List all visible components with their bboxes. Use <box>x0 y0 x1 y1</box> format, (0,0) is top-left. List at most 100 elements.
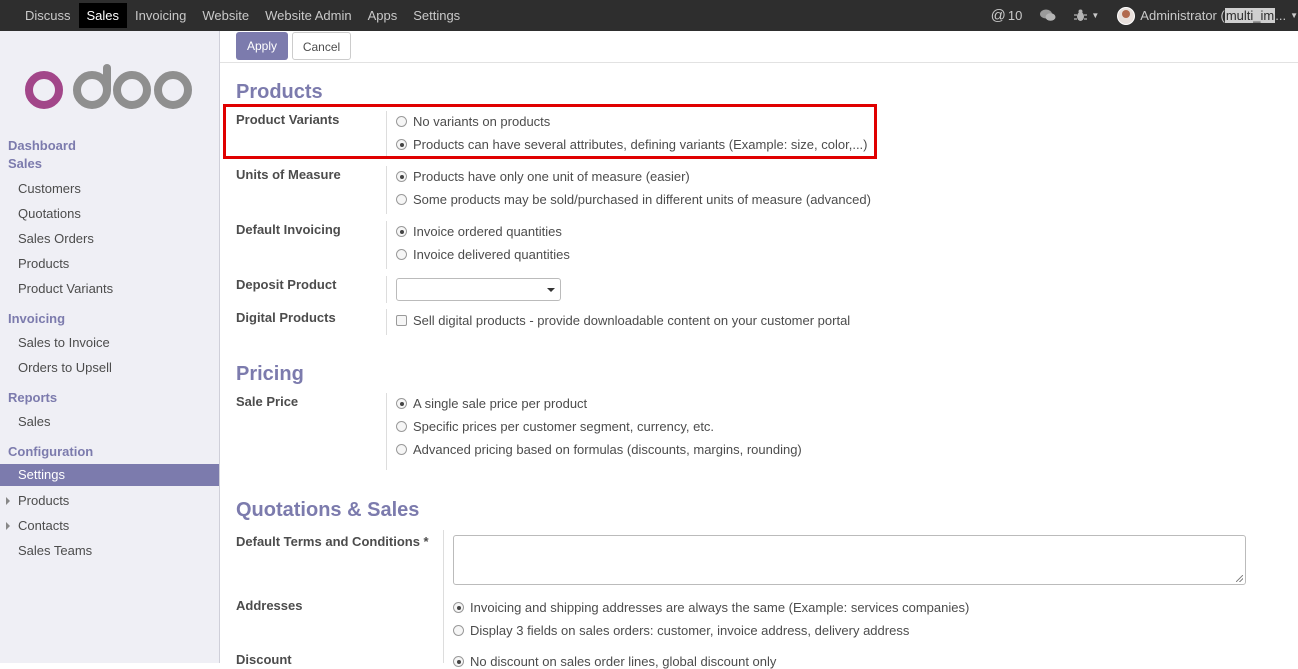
radio-addresses-three-fields[interactable]: Display 3 fields on sales orders: custom… <box>453 623 909 638</box>
radio-addresses-same[interactable]: Invoicing and shipping addresses are alw… <box>453 600 969 615</box>
menu-settings[interactable]: Settings <box>405 0 468 31</box>
label-default-invoicing: Default Invoicing <box>236 222 341 237</box>
checkbox-label: Sell digital products - provide download… <box>413 313 851 328</box>
deposit-product-select[interactable] <box>396 278 561 301</box>
section-title-quotations: Quotations & Sales <box>236 499 420 521</box>
terms-textarea[interactable] <box>453 535 1246 585</box>
field-divider <box>386 393 387 470</box>
menu-website[interactable]: Website <box>194 0 257 31</box>
radio-label: Invoice delivered quantities <box>413 247 570 262</box>
sidebar-item-sales-teams[interactable]: Sales Teams <box>18 543 92 558</box>
top-navbar: Discuss Sales Invoicing Website Website … <box>0 0 1298 31</box>
database-name: multi_im <box>1224 8 1276 23</box>
radio-circle[interactable] <box>396 398 407 409</box>
label-default-terms: Default Terms and Conditions * <box>236 534 429 549</box>
radio-invoice-delivered[interactable]: Invoice delivered quantities <box>396 247 570 262</box>
radio-uom-multiple[interactable]: Some products may be sold/purchased in d… <box>396 192 871 207</box>
label-addresses: Addresses <box>236 598 303 613</box>
radio-single-price[interactable]: A single sale price per product <box>396 396 587 411</box>
field-divider <box>386 276 387 303</box>
section-title-products: Products <box>236 81 323 103</box>
radio-circle[interactable] <box>453 656 464 667</box>
sidebar-item-sales-orders[interactable]: Sales Orders <box>18 231 94 246</box>
sidebar-section-invoicing[interactable]: Invoicing <box>8 311 65 326</box>
radio-uom-single[interactable]: Products have only one unit of measure (… <box>396 169 690 184</box>
radio-label: Advanced pricing based on formulas (disc… <box>413 442 802 457</box>
chevron-down-icon: ▼ <box>1290 11 1298 20</box>
label-digital-products: Digital Products <box>236 310 336 325</box>
cancel-button[interactable]: Cancel <box>292 32 351 60</box>
radio-label: Invoice ordered quantities <box>413 224 562 239</box>
sidebar-section-sales[interactable]: Sales <box>8 156 42 171</box>
radio-circle[interactable] <box>396 444 407 455</box>
odoo-logo <box>25 64 192 109</box>
sidebar-item-contacts[interactable]: Contacts <box>18 518 69 533</box>
checkbox-digital-products[interactable]: Sell digital products - provide download… <box>396 313 850 328</box>
sidebar: Dashboard Sales Customers Quotations Sal… <box>0 31 220 663</box>
mentions-button[interactable]: @ 10 <box>982 0 1032 31</box>
radio-circle[interactable] <box>396 421 407 432</box>
sidebar-item-products[interactable]: Products <box>18 256 69 271</box>
caret-right-icon <box>6 497 10 505</box>
sidebar-item-orders-to-upsell[interactable]: Orders to Upsell <box>18 360 112 375</box>
menu-website-admin[interactable]: Website Admin <box>257 0 359 31</box>
database-suffix: ... <box>1275 8 1287 23</box>
sidebar-section-dashboard[interactable]: Dashboard <box>8 138 76 153</box>
radio-circle[interactable] <box>396 249 407 260</box>
field-divider <box>386 309 387 335</box>
sidebar-item-product-variants[interactable]: Product Variants <box>18 281 113 296</box>
field-divider <box>386 221 387 269</box>
user-menu[interactable]: Administrator ( multi_im ... ▼ <box>1108 0 1298 31</box>
sidebar-section-configuration[interactable]: Configuration <box>8 444 93 459</box>
control-panel-divider <box>220 62 1298 63</box>
bug-icon <box>1074 9 1088 21</box>
chat-bubbles-icon <box>1040 9 1056 21</box>
radio-circle[interactable] <box>396 194 407 205</box>
radio-label: Invoicing and shipping addresses are alw… <box>470 600 970 615</box>
radio-label: No discount on sales order lines, global… <box>470 654 777 669</box>
radio-specific-prices[interactable]: Specific prices per customer segment, cu… <box>396 419 714 434</box>
radio-circle[interactable] <box>453 602 464 613</box>
caret-right-icon <box>6 522 10 530</box>
sidebar-section-reports[interactable]: Reports <box>8 390 57 405</box>
menu-discuss[interactable]: Discuss <box>17 0 79 31</box>
avatar <box>1117 6 1136 25</box>
checkbox-box[interactable] <box>396 315 407 326</box>
sidebar-item-sales-to-invoice[interactable]: Sales to Invoice <box>18 335 110 350</box>
sidebar-item-reports-sales[interactable]: Sales <box>18 414 51 429</box>
apply-button[interactable]: Apply <box>236 32 288 60</box>
label-deposit-product: Deposit Product <box>236 277 337 292</box>
caret-down-icon <box>547 288 555 292</box>
resize-grip-icon[interactable] <box>1236 575 1243 582</box>
radio-invoice-ordered[interactable]: Invoice ordered quantities <box>396 224 562 239</box>
label-discount: Discount <box>236 652 292 667</box>
radio-label: Specific prices per customer segment, cu… <box>413 419 715 434</box>
field-divider <box>443 530 444 663</box>
radio-label: Display 3 fields on sales orders: custom… <box>470 623 910 638</box>
menu-apps[interactable]: Apps <box>360 0 406 31</box>
radio-circle[interactable] <box>396 171 407 182</box>
label-sale-price: Sale Price <box>236 394 299 409</box>
section-title-pricing: Pricing <box>236 363 304 385</box>
menu-invoicing[interactable]: Invoicing <box>127 0 194 31</box>
user-name: Administrator ( <box>1140 8 1225 23</box>
systray: @ 10 ▼ Administrator ( multi_im ... ▼ <box>982 0 1298 31</box>
sidebar-item-config-products[interactable]: Products <box>18 493 69 508</box>
radio-circle[interactable] <box>396 226 407 237</box>
chat-button[interactable] <box>1031 0 1065 31</box>
sidebar-item-quotations[interactable]: Quotations <box>18 206 81 221</box>
label-units-of-measure: Units of Measure <box>236 167 341 182</box>
radio-label: Products have only one unit of measure (… <box>413 169 690 184</box>
debug-button[interactable]: ▼ <box>1065 0 1108 31</box>
radio-label: A single sale price per product <box>413 396 588 411</box>
field-divider <box>386 166 387 214</box>
highlight-box <box>223 104 877 159</box>
chevron-down-icon: ▼ <box>1091 11 1100 20</box>
sidebar-item-settings[interactable]: Settings <box>0 464 219 486</box>
mentions-count: 10 <box>1007 8 1023 23</box>
radio-no-discount[interactable]: No discount on sales order lines, global… <box>453 654 776 669</box>
radio-circle[interactable] <box>453 625 464 636</box>
menu-sales[interactable]: Sales <box>78 3 128 28</box>
sidebar-item-customers[interactable]: Customers <box>18 181 81 196</box>
radio-advanced-pricing[interactable]: Advanced pricing based on formulas (disc… <box>396 442 802 457</box>
